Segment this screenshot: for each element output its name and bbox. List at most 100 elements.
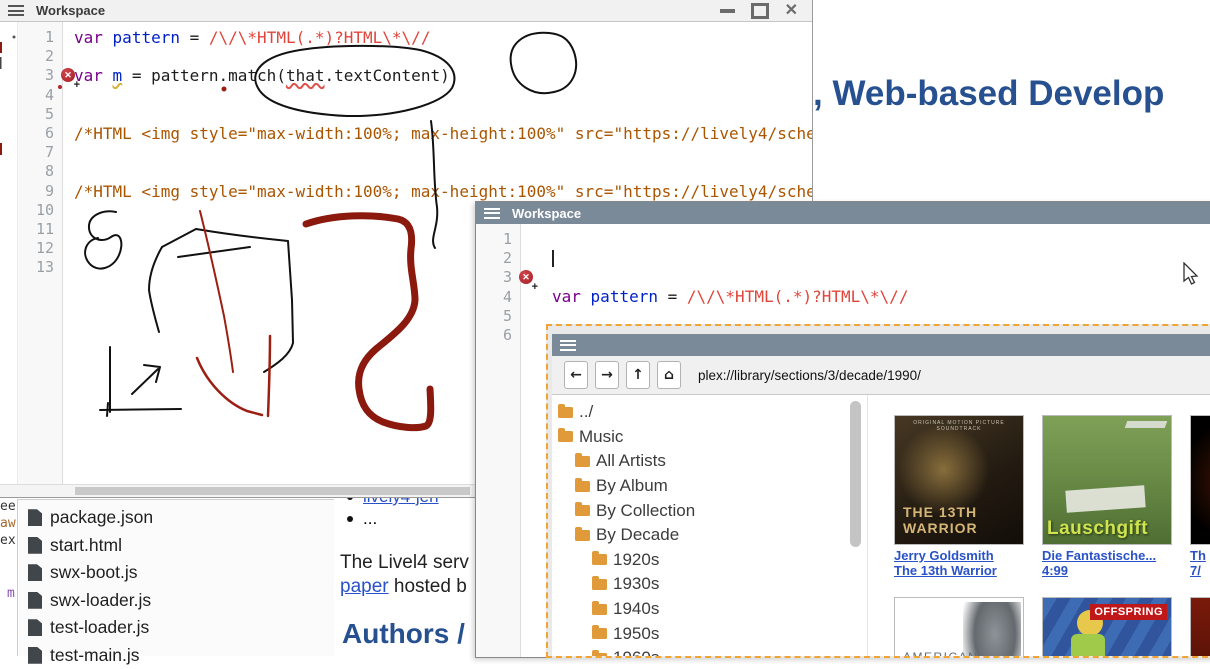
file-list-item[interactable]: test-main.js xyxy=(18,642,334,669)
album-link[interactable]: The 13th Warrior xyxy=(894,563,1024,578)
line-number: 10 xyxy=(18,201,62,220)
artist-link[interactable]: Th xyxy=(1190,548,1210,563)
code-line[interactable]: var pattern = /\/\*HTML(.*)?HTML\*\// xyxy=(74,28,812,47)
cover-title: AMERICAN xyxy=(903,650,978,656)
window-title: Workspace xyxy=(512,206,581,221)
add-annotation-icon[interactable]: + xyxy=(74,76,80,95)
menu-icon[interactable] xyxy=(8,5,24,16)
page-paragraph: The Livel4 serv paper hosted b xyxy=(340,551,469,599)
line-number-label: 10 xyxy=(36,201,54,219)
code-line[interactable] xyxy=(74,47,812,66)
tree-item-1930s[interactable]: 1930s xyxy=(552,572,867,597)
album-link[interactable]: 7/ xyxy=(1190,563,1210,578)
code-line[interactable]: /*HTML <img style="max-width:100%; max-h… xyxy=(74,124,812,143)
file-icon xyxy=(28,647,42,664)
code-token: /\/\*HTML(.*)?HTML\*\// xyxy=(209,28,431,47)
forward-icon: → xyxy=(601,367,613,383)
file-list-item[interactable]: swx-loader.js xyxy=(18,587,334,615)
tree-item-music[interactable]: Music xyxy=(552,425,867,450)
album-cover[interactable]: ORIGINAL MOTION PICTURE SOUNDTRACK THE 13… xyxy=(894,415,1024,545)
tree-item-by-album[interactable]: By Album xyxy=(552,474,867,499)
annotation-margin xyxy=(0,22,18,485)
code-line[interactable] xyxy=(74,162,812,181)
file-list-item[interactable]: package.json xyxy=(18,504,334,532)
tree-item-by-decade[interactable]: By Decade xyxy=(552,523,867,548)
folder-icon xyxy=(575,481,590,492)
folder-name: 1950s xyxy=(613,624,659,644)
file-list-item[interactable]: start.html xyxy=(18,532,334,560)
code-line[interactable] xyxy=(552,306,1210,325)
line-number-label: 4 xyxy=(45,86,54,104)
paper-link[interactable]: paper xyxy=(340,576,389,597)
window-titlebar[interactable]: Workspace ✕ xyxy=(0,0,812,22)
tree-item-by-collection[interactable]: By Collection xyxy=(552,498,867,523)
cover-title: THE 13TH WARRIOR xyxy=(903,504,1023,536)
code-line[interactable] xyxy=(74,105,812,124)
artist-link[interactable]: Die Fantastische... xyxy=(1042,548,1172,563)
album-cover[interactable]: OFFSPRING xyxy=(1042,597,1172,656)
album-cover[interactable] xyxy=(1190,597,1210,656)
album-link[interactable]: 4:99 xyxy=(1042,563,1172,578)
line-number: 12 xyxy=(18,239,62,258)
code-line[interactable] xyxy=(74,143,812,162)
album-cover[interactable]: Lauschgift xyxy=(1042,415,1172,545)
window-titlebar[interactable]: Workspace xyxy=(476,202,1210,224)
up-button[interactable]: ↑ xyxy=(626,361,650,389)
scrollbar-thumb[interactable] xyxy=(75,487,470,495)
code-token: var xyxy=(552,287,581,306)
minimize-button[interactable] xyxy=(720,9,735,13)
line-number-label: 6 xyxy=(503,326,512,344)
tree-item--[interactable]: ../ xyxy=(552,400,867,425)
tree-item-1920s[interactable]: 1920s xyxy=(552,548,867,573)
home-button[interactable]: ⌂ xyxy=(657,361,681,389)
forward-button[interactable]: → xyxy=(595,361,619,389)
line-number-label: 2 xyxy=(45,47,54,65)
tree-item-1960s[interactable]: 1960s xyxy=(552,646,867,656)
cover-caption: ORIGINAL MOTION PICTURE SOUNDTRACK xyxy=(895,420,1023,432)
menu-icon[interactable] xyxy=(560,340,576,351)
cover-graphic xyxy=(963,602,1021,656)
folder-icon xyxy=(592,554,607,565)
code-token xyxy=(581,287,591,306)
code-token: .textContent) xyxy=(324,66,449,85)
line-number-label: 1 xyxy=(45,28,54,46)
tree-item-1940s[interactable]: 1940s xyxy=(552,597,867,622)
code-fragment: ex xyxy=(0,533,16,548)
tree-item-all-artists[interactable]: All Artists xyxy=(552,449,867,474)
back-button[interactable]: ← xyxy=(564,361,588,389)
tree-item-1950s[interactable]: 1950s xyxy=(552,621,867,646)
close-button[interactable]: ✕ xyxy=(785,3,798,19)
folder-icon xyxy=(575,505,590,516)
artist-link[interactable]: Jerry Goldsmith xyxy=(894,548,1024,563)
add-annotation-icon[interactable]: + xyxy=(532,278,538,297)
line-number: 5 xyxy=(18,105,62,124)
code-line[interactable] xyxy=(74,86,812,105)
file-list-item[interactable]: test-loader.js xyxy=(18,614,334,642)
tree-scrollbar-thumb[interactable] xyxy=(850,401,861,547)
page-heading: , Web-based Develop xyxy=(813,74,1164,114)
maximize-button[interactable] xyxy=(751,3,769,19)
menu-icon[interactable] xyxy=(484,208,500,219)
code-fragment: aw xyxy=(0,516,16,531)
cover-title: OFFSPRING xyxy=(1090,604,1167,620)
code-fragment: ee xyxy=(0,499,16,514)
code-line[interactable]: var m = pattern.match(that.textContent) xyxy=(74,66,812,85)
folder-icon xyxy=(575,530,590,541)
line-number: 2 xyxy=(18,47,62,66)
browser-titlebar[interactable] xyxy=(552,334,1210,356)
code-line[interactable]: var pattern = /\/\*HTML(.*)?HTML\*\// xyxy=(552,287,1210,306)
line-number: 3✕+ xyxy=(18,66,62,85)
address-bar[interactable]: plex://library/sections/3/decade/1990/ xyxy=(698,368,921,383)
album-cell xyxy=(1190,597,1210,656)
code-line[interactable]: /*HTML <img style="max-width:100%; max-h… xyxy=(74,182,812,201)
folder-icon xyxy=(575,456,590,467)
album-cover[interactable]: AMERICANHISTORY X xyxy=(894,597,1024,656)
up-icon: ↑ xyxy=(632,367,644,383)
line-number-label: 2 xyxy=(503,249,512,267)
album-cover[interactable] xyxy=(1190,415,1210,545)
code-token: var xyxy=(74,28,103,47)
line-number: 11 xyxy=(18,220,62,239)
line-number: 4 xyxy=(18,86,62,105)
line-number-label: 1 xyxy=(503,230,512,248)
file-list-item[interactable]: swx-boot.js xyxy=(18,559,334,587)
